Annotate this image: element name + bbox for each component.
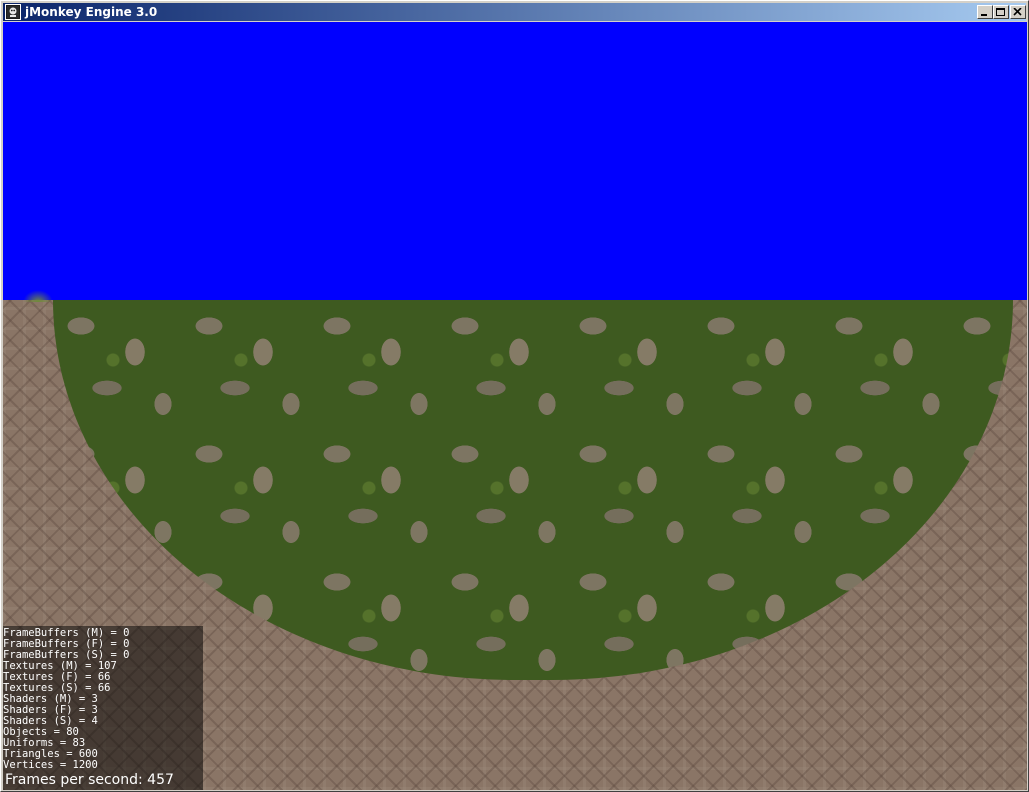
grass-tuft: [23, 290, 53, 302]
maximize-button[interactable]: [993, 5, 1009, 19]
minimize-button[interactable]: [977, 5, 993, 19]
close-icon: [1013, 8, 1022, 16]
app-window: jMonkey Engine 3.0 FrameBuffers (M) = 0 …: [0, 0, 1029, 792]
terrain-grass-patch: [53, 300, 1013, 680]
render-viewport[interactable]: FrameBuffers (M) = 0 FrameBuffers (F) = …: [3, 22, 1027, 790]
stat-vertices: Vertices = 1200: [3, 759, 98, 771]
stats-overlay: FrameBuffers (M) = 0 FrameBuffers (F) = …: [3, 626, 203, 790]
jmonkey-app-icon[interactable]: [5, 4, 21, 20]
minimize-icon: [981, 14, 987, 16]
window-title: jMonkey Engine 3.0: [25, 5, 158, 19]
close-button[interactable]: [1010, 5, 1026, 19]
fps-counter: Frames per second: 457: [5, 772, 174, 788]
maximize-icon: [996, 8, 1005, 16]
title-bar[interactable]: jMonkey Engine 3.0: [3, 3, 1026, 21]
